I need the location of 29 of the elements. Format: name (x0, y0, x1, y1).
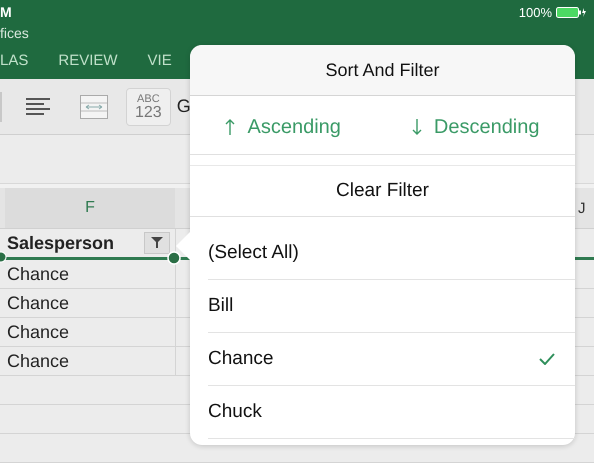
battery-icon (556, 6, 586, 18)
table-cell: Chance (0, 318, 176, 346)
sort-descending-button[interactable]: Descending (412, 116, 540, 138)
up-arrow-icon (225, 118, 236, 136)
down-arrow-icon (412, 118, 422, 136)
document-location: fices (0, 24, 30, 43)
filter-option[interactable]: (Select All) (208, 227, 575, 280)
filter-icon (151, 237, 163, 249)
number-format-button[interactable]: ABC 123 (126, 88, 171, 126)
battery-percent: 100% (518, 4, 552, 20)
table-cell: Chance (0, 289, 176, 317)
filter-option[interactable]: Chance (208, 333, 575, 386)
ribbon-tab[interactable]: VIE (148, 52, 172, 69)
table-cell: Chance (0, 347, 176, 375)
filter-button[interactable] (144, 232, 170, 254)
selection-handle[interactable] (167, 251, 181, 265)
column-header[interactable]: F (5, 188, 175, 228)
number-format-label: G (176, 96, 191, 117)
column-header[interactable]: J (578, 188, 594, 228)
align-left-icon[interactable] (26, 98, 50, 116)
filter-option[interactable]: Chuck (208, 386, 575, 439)
ribbon-tab[interactable]: LAS (0, 52, 28, 69)
clear-filter-button[interactable]: Clear Filter (190, 165, 575, 217)
popover-title: Sort And Filter (190, 45, 575, 96)
ribbon-tab[interactable]: REVIEW (58, 52, 118, 69)
status-time: M (0, 4, 12, 20)
filter-option[interactable]: Bill (208, 280, 575, 333)
sort-ascending-button[interactable]: Ascending (225, 116, 341, 138)
table-cell: Chance (0, 260, 176, 288)
